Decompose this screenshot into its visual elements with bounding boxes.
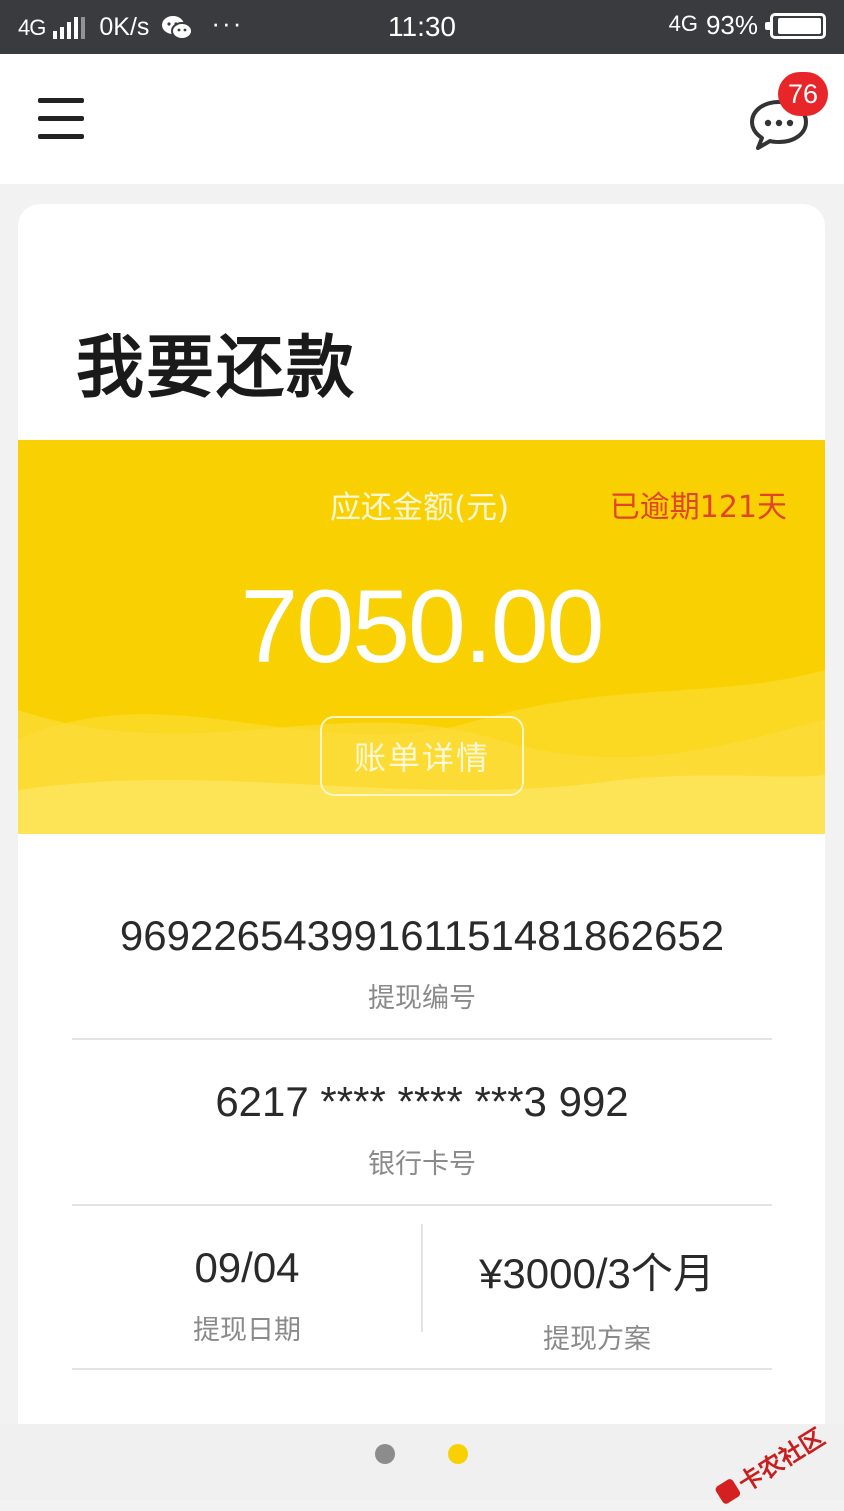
hamburger-menu-icon[interactable] xyxy=(38,98,84,140)
divider xyxy=(72,1204,772,1206)
overdue-status: 已逾期121天 xyxy=(609,490,787,525)
withdraw-number-value: 969226543991611514818626​52 xyxy=(119,912,725,959)
bank-card-label: 银行卡号 xyxy=(368,1149,476,1180)
withdraw-plan-cell: ¥3000/3个月 提现方案 xyxy=(422,1240,772,1356)
withdraw-date-label: 提现日期 xyxy=(193,1315,301,1346)
watermark-logo: 卡农社区 xyxy=(710,1418,830,1511)
page-dot-1[interactable] xyxy=(375,1444,395,1464)
battery-percent: 93% xyxy=(705,10,758,40)
bank-card-value: 6217 **** **** ***3 992 xyxy=(215,1078,629,1125)
app-header: 76 xyxy=(0,54,844,184)
notification-badge: 76 xyxy=(778,72,828,116)
amount-label: 应还金额(元) xyxy=(330,490,510,526)
divider xyxy=(72,1368,772,1370)
status-bar: 4G 0K/s ··· 11:30 4G 93% xyxy=(0,0,844,54)
repayment-card: 我要还款 应还金额(元) 已逾期121天 7050.00 账单详情 969226… xyxy=(18,204,825,1424)
withdraw-number-label: 提现编号 xyxy=(368,983,476,1014)
battery-icon xyxy=(765,12,826,39)
withdraw-plan-value: ¥3000/3个月 xyxy=(479,1250,715,1297)
amount-banner: 应还金额(元) 已逾期121天 7050.00 账单详情 xyxy=(18,440,825,834)
network-type-right: 4G xyxy=(668,10,698,36)
battery-fill xyxy=(778,17,821,34)
bank-card-row: 6217 **** **** ***3 992 银行卡号 xyxy=(72,1078,772,1181)
watermark-text: 卡农社区 xyxy=(733,1422,830,1498)
page-dot-2[interactable] xyxy=(448,1444,468,1464)
withdraw-number-row: 969226543991611514818626​52 提现编号 xyxy=(72,912,772,1015)
amount-due: 7050.00 xyxy=(240,569,605,685)
status-right: 4G 93% xyxy=(669,10,826,41)
bill-detail-button[interactable]: 账单详情 xyxy=(320,716,524,796)
page-indicator: 卡农社区 xyxy=(0,1423,844,1505)
page-title: 我要还款 xyxy=(76,329,357,408)
withdraw-date-cell: 09/04 提现日期 xyxy=(72,1244,422,1347)
withdraw-plan-label: 提现方案 xyxy=(543,1324,651,1355)
divider xyxy=(72,1038,772,1040)
withdraw-date-value: 09/04 xyxy=(194,1244,300,1291)
